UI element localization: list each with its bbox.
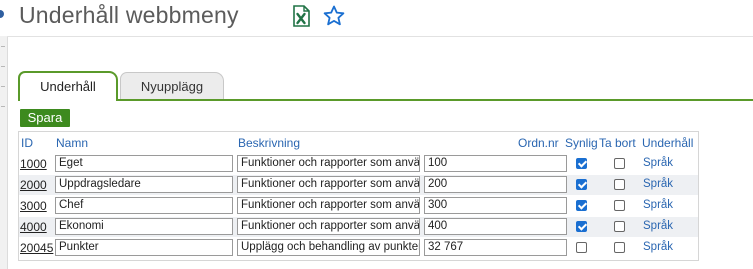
left-rail bbox=[0, 36, 8, 269]
visible-checkbox[interactable] bbox=[576, 158, 587, 169]
rail-tick bbox=[1, 106, 5, 107]
column-header-name[interactable]: Namn bbox=[56, 136, 88, 150]
name-field[interactable]: Punkter bbox=[55, 239, 233, 256]
order-field[interactable]: 400 bbox=[424, 218, 567, 235]
order-field[interactable]: 32 767 bbox=[424, 239, 567, 256]
column-header-visible[interactable]: Synlig bbox=[565, 136, 598, 150]
delete-checkbox[interactable] bbox=[614, 221, 625, 232]
language-link[interactable]: Språk bbox=[643, 241, 673, 253]
delete-checkbox[interactable] bbox=[614, 200, 625, 211]
visible-checkbox[interactable] bbox=[576, 242, 587, 253]
row-id-link[interactable]: 2000 bbox=[20, 178, 47, 192]
row-id-link[interactable]: 1000 bbox=[20, 157, 47, 171]
row-id-link[interactable]: 3000 bbox=[20, 199, 47, 213]
page-title: Underhåll webbmeny bbox=[19, 2, 239, 28]
delete-checkbox[interactable] bbox=[614, 242, 625, 253]
column-header-description[interactable]: Beskrivning bbox=[238, 136, 300, 150]
save-button[interactable]: Spara bbox=[20, 109, 70, 127]
order-field[interactable]: 300 bbox=[424, 197, 567, 214]
name-field[interactable]: Eget bbox=[55, 155, 233, 172]
language-link[interactable]: Språk bbox=[643, 199, 673, 211]
tab-underhall[interactable]: Underhåll bbox=[18, 71, 118, 101]
name-field[interactable]: Uppdragsledare bbox=[55, 176, 233, 193]
visible-checkbox[interactable] bbox=[576, 221, 587, 232]
header-divider bbox=[7, 36, 753, 37]
tab-underline bbox=[18, 99, 753, 101]
visible-checkbox[interactable] bbox=[576, 179, 587, 190]
name-field[interactable]: Chef bbox=[55, 197, 233, 214]
description-field[interactable]: Funktioner och rapporter som anvä bbox=[237, 155, 420, 172]
description-field[interactable]: Funktioner och rapporter som anvä bbox=[237, 218, 420, 235]
row-id-link[interactable]: 20045 bbox=[20, 241, 53, 255]
table-row: 1000 Eget Funktioner och rapporter som a… bbox=[19, 154, 698, 174]
language-link[interactable]: Språk bbox=[643, 220, 673, 232]
nav-bullet-icon bbox=[0, 10, 4, 18]
row-id-link[interactable]: 4000 bbox=[20, 220, 47, 234]
rail-tick bbox=[1, 86, 5, 87]
rail-tick bbox=[1, 66, 5, 67]
delete-checkbox[interactable] bbox=[614, 179, 625, 190]
description-field[interactable]: Upplägg och behandling av punkter bbox=[237, 239, 420, 256]
excel-export-icon[interactable] bbox=[291, 5, 311, 27]
table-row: 4000 Ekonomi Funktioner och rapporter so… bbox=[19, 217, 698, 237]
language-link[interactable]: Språk bbox=[643, 178, 673, 190]
column-header-id[interactable]: ID bbox=[21, 136, 33, 150]
column-header-order[interactable]: Ordn.nr bbox=[518, 136, 559, 150]
column-header-maintain[interactable]: Underhåll bbox=[642, 136, 693, 150]
favorite-star-icon[interactable] bbox=[322, 4, 346, 28]
delete-checkbox[interactable] bbox=[614, 158, 625, 169]
order-field[interactable]: 200 bbox=[424, 176, 567, 193]
table-row: 20045 Punkter Upplägg och behandling av … bbox=[19, 238, 698, 258]
description-field[interactable]: Funktioner och rapporter som anvä bbox=[237, 197, 420, 214]
order-field[interactable]: 100 bbox=[424, 155, 567, 172]
description-field[interactable]: Funktioner och rapporter som anvä bbox=[237, 176, 420, 193]
visible-checkbox[interactable] bbox=[576, 200, 587, 211]
table-row: 3000 Chef Funktioner och rapporter som a… bbox=[19, 196, 698, 216]
rail-tick bbox=[1, 46, 5, 47]
tab-nyupplagg[interactable]: Nyupplägg bbox=[120, 72, 224, 100]
language-link[interactable]: Språk bbox=[643, 157, 673, 169]
name-field[interactable]: Ekonomi bbox=[55, 218, 233, 235]
column-header-delete[interactable]: Ta bort bbox=[599, 136, 636, 150]
table-row: 2000 Uppdragsledare Funktioner och rappo… bbox=[19, 175, 698, 195]
